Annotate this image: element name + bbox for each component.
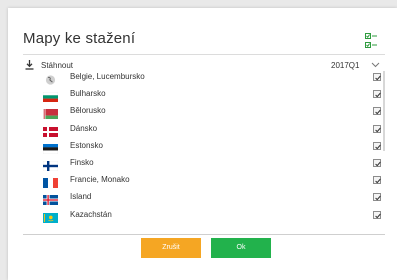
map-checkbox[interactable] <box>373 141 381 150</box>
estonia-flag-icon <box>42 141 59 154</box>
denmark-flag-icon <box>43 124 58 137</box>
map-checkbox[interactable] <box>373 90 381 99</box>
finland-flag-icon <box>42 158 59 172</box>
map-checkbox[interactable] <box>373 107 381 116</box>
kazakhstan-flag-icon <box>43 210 58 223</box>
map-row-belorusko[interactable]: Bělorusko <box>23 103 385 120</box>
bulgaria-flag-icon <box>42 89 59 103</box>
map-row-francie[interactable]: Francie, Monako <box>23 172 385 189</box>
ok-button[interactable]: Ok <box>211 238 271 258</box>
map-row-island[interactable]: Island <box>23 189 385 206</box>
globe-icon <box>43 72 58 85</box>
france-flag-icon <box>43 175 58 189</box>
map-row-bulharsko[interactable]: Bulharsko <box>23 86 385 103</box>
map-name: Island <box>70 192 92 202</box>
cancel-button[interactable]: Zrušit <box>141 238 201 258</box>
map-name: Finsko <box>70 157 94 167</box>
map-list[interactable]: Belgie, Lucembursko Bulharsko Bělorusko … <box>23 69 385 235</box>
map-name: Bělorusko <box>70 106 106 116</box>
map-checkbox[interactable] <box>373 73 381 81</box>
map-row-dansko[interactable]: Dánsko <box>23 121 385 138</box>
map-row-kazachstan[interactable]: Kazachstán <box>23 207 385 224</box>
map-checkbox[interactable] <box>373 193 381 202</box>
select-all-icon[interactable] <box>365 33 378 49</box>
map-row-estonsko[interactable]: Estonsko <box>23 138 385 155</box>
map-name: Francie, Monako <box>70 175 130 185</box>
chevron-down-icon[interactable] <box>371 61 380 69</box>
map-row-finsko[interactable]: Finsko <box>23 155 385 172</box>
map-name: Belgie, Lucembursko <box>70 72 145 81</box>
download-maps-dialog: Mapy ke stažení Stáhnout 2017Q1 Belgie, … <box>8 8 397 280</box>
map-name: Kazachstán <box>70 209 112 219</box>
belarus-flag-icon <box>43 106 58 120</box>
map-checkbox[interactable] <box>373 176 381 185</box>
iceland-flag-icon <box>43 192 58 206</box>
title-divider <box>23 54 385 55</box>
map-checkbox[interactable] <box>373 210 381 219</box>
map-name: Bulharsko <box>70 89 106 99</box>
map-row-belgie[interactable]: Belgie, Lucembursko <box>23 69 385 86</box>
map-checkbox[interactable] <box>373 158 381 167</box>
map-name: Dánsko <box>70 123 98 133</box>
map-checkbox[interactable] <box>373 124 381 133</box>
dialog-title: Mapy ke stažení <box>23 30 136 47</box>
map-name: Estonsko <box>70 140 103 150</box>
